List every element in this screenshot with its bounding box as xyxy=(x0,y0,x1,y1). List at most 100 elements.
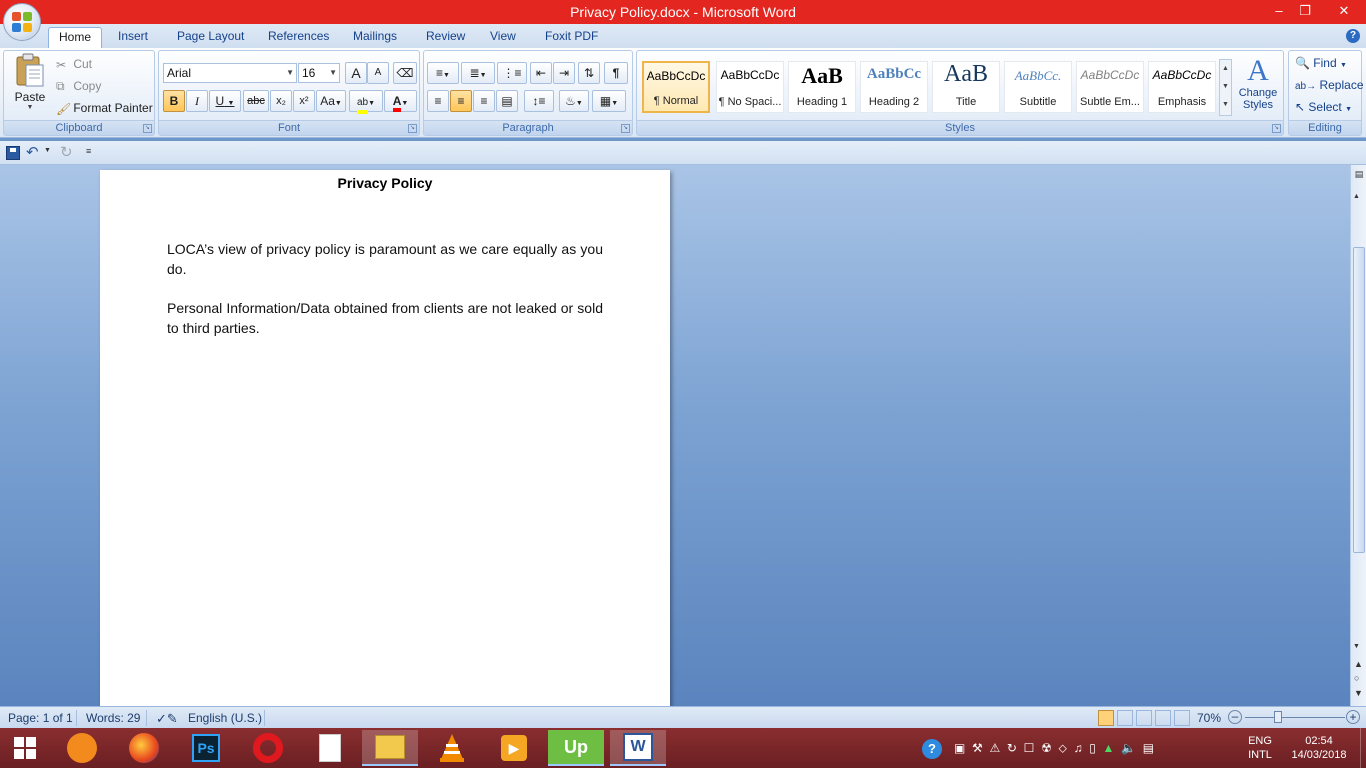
taskbar-vlc[interactable] xyxy=(424,730,480,766)
signal-icon[interactable]: ▤ xyxy=(1143,741,1154,755)
volume-icon[interactable]: 🔈 xyxy=(1121,741,1136,755)
battery-saver-icon[interactable]: ▣ xyxy=(954,741,965,755)
taskbar-word[interactable]: W xyxy=(610,730,666,766)
paste-button[interactable]: Paste ▼ xyxy=(8,53,52,117)
taskbar-firefox[interactable] xyxy=(116,730,172,766)
style-no-spacing[interactable]: AaBbCcDc ¶ No Spaci... xyxy=(716,61,784,113)
taskbar-media-player[interactable]: ▶ xyxy=(486,730,542,766)
tab-mailings[interactable]: Mailings xyxy=(343,27,407,48)
warning-icon[interactable]: ⚠ xyxy=(989,741,1000,755)
proofing-icon[interactable]: ✓✎ xyxy=(156,711,178,727)
align-center-icon[interactable]: ≡ xyxy=(450,90,472,112)
clock[interactable]: 02:54 14/03/2018 xyxy=(1284,734,1354,762)
customize-toolbar-icon[interactable]: ≡ xyxy=(86,146,91,156)
superscript-button[interactable]: x² xyxy=(293,90,315,112)
close-button[interactable]: ✕ xyxy=(1322,0,1366,24)
paragraph-dialog-launcher-icon[interactable]: ↘ xyxy=(621,124,630,133)
zoom-out-icon[interactable]: – xyxy=(1228,710,1242,724)
redo-icon[interactable]: ↻ xyxy=(60,143,73,161)
style-subtitle[interactable]: AaBbCc. Subtitle xyxy=(1004,61,1072,113)
line-spacing-button[interactable]: ↕≡ xyxy=(524,90,554,112)
help-icon[interactable]: ? xyxy=(1346,29,1360,43)
font-name-combo[interactable]: Arial ▼ xyxy=(163,63,297,83)
taskbar-uc-browser[interactable] xyxy=(54,730,110,766)
tab-foxit-pdf[interactable]: Foxit PDF xyxy=(535,27,608,48)
borders-button[interactable]: ▦▼ xyxy=(592,90,626,112)
change-styles-button[interactable]: A Change Styles xyxy=(1235,55,1281,112)
bluetooth-icon[interactable]: ⬦ xyxy=(1059,741,1067,755)
scroll-down-icon[interactable]: ▼ xyxy=(1353,643,1360,650)
network-tool-icon[interactable]: ⚒ xyxy=(972,741,983,755)
full-screen-reading-icon[interactable] xyxy=(1117,710,1133,726)
vertical-scrollbar[interactable]: ▤ ▲ ▼ ▲ ○ ▼ xyxy=(1350,165,1366,706)
print-layout-icon[interactable] xyxy=(1098,710,1114,726)
show-formatting-marks-icon[interactable]: ¶ xyxy=(604,62,628,84)
input-language[interactable]: ENG INTL xyxy=(1240,734,1280,762)
replace-button[interactable]: ab→ Replace xyxy=(1295,78,1364,92)
zoom-level[interactable]: 70% xyxy=(1197,711,1221,725)
styles-gallery-scroll[interactable]: ▲ ▼ ▼ xyxy=(1219,59,1232,116)
clear-formatting-icon[interactable]: ⌫ xyxy=(393,62,417,84)
browse-object-icon[interactable]: ○ xyxy=(1354,673,1359,683)
highlight-button[interactable]: ab▼ xyxy=(349,90,383,114)
shrink-font-button[interactable]: A xyxy=(367,62,389,84)
outline-view-icon[interactable] xyxy=(1155,710,1171,726)
zoom-slider-track[interactable] xyxy=(1245,717,1345,718)
draft-view-icon[interactable] xyxy=(1174,710,1190,726)
zoom-in-icon[interactable]: + xyxy=(1346,710,1360,724)
tab-review[interactable]: Review xyxy=(416,27,475,48)
multilevel-list-button[interactable]: ⋮≡ xyxy=(497,62,527,84)
sync-icon[interactable]: ↻ xyxy=(1007,741,1017,755)
copy-button[interactable]: ⧉ Copy xyxy=(56,79,101,94)
sort-icon[interactable]: ⇅ xyxy=(578,62,600,84)
style-heading-1[interactable]: AaB Heading 1 xyxy=(788,61,856,113)
cut-button[interactable]: ✂ Cut xyxy=(56,57,92,72)
scroll-up-icon[interactable]: ▲ xyxy=(1353,193,1360,200)
help-tray-icon[interactable]: ? xyxy=(922,739,942,759)
chevron-down-icon[interactable]: ▼ xyxy=(44,147,51,154)
pdf-tray-icon[interactable]: ☐ xyxy=(1024,741,1035,755)
clipboard-dialog-launcher-icon[interactable]: ↘ xyxy=(143,124,152,133)
show-desktop-button[interactable] xyxy=(1360,728,1366,768)
zoom-slider-thumb[interactable] xyxy=(1274,711,1282,723)
restore-button[interactable]: ❐ xyxy=(1288,0,1322,24)
web-layout-icon[interactable] xyxy=(1136,710,1152,726)
font-color-button[interactable]: A▼ xyxy=(384,90,417,112)
office-button[interactable] xyxy=(3,3,41,41)
undo-icon[interactable]: ↶ xyxy=(26,143,39,161)
style-subtle-emphasis[interactable]: AaBbCcDc Subtle Em... xyxy=(1076,61,1144,113)
tab-view[interactable]: View xyxy=(480,27,526,48)
underline-button[interactable]: U ▼ xyxy=(209,90,241,112)
tab-insert[interactable]: Insert xyxy=(108,27,158,48)
scrollbar-thumb[interactable] xyxy=(1353,247,1365,553)
tab-references[interactable]: References xyxy=(258,27,339,48)
taskbar-opera[interactable] xyxy=(240,730,296,766)
strikethrough-button[interactable]: abc xyxy=(243,90,269,112)
subscript-button[interactable]: x₂ xyxy=(270,90,292,112)
italic-button[interactable]: I xyxy=(186,90,208,112)
document-page[interactable]: Privacy Policy LOCA’s view of privacy po… xyxy=(100,170,670,706)
select-button[interactable]: ↖ Select ▼ xyxy=(1295,100,1352,114)
align-right-icon[interactable]: ≡ xyxy=(473,90,495,112)
taskbar-file[interactable] xyxy=(302,730,358,766)
align-left-icon[interactable]: ≡ xyxy=(427,90,449,112)
style-normal[interactable]: AaBbCcDc ¶ Normal xyxy=(642,61,710,113)
decrease-indent-icon[interactable]: ⇤ xyxy=(530,62,552,84)
security-icon[interactable]: ☢ xyxy=(1041,741,1052,755)
ruler-toggle-icon[interactable]: ▤ xyxy=(1353,169,1365,183)
taskbar-file-explorer[interactable] xyxy=(362,730,418,766)
taskbar-upwork[interactable]: Up xyxy=(548,730,604,766)
previous-page-icon[interactable]: ▲ xyxy=(1354,659,1363,669)
next-page-icon[interactable]: ▼ xyxy=(1354,688,1363,698)
find-button[interactable]: 🔍 Find ▼ xyxy=(1295,56,1347,70)
battery-icon[interactable]: ▯ xyxy=(1089,741,1096,755)
shading-button[interactable]: ♨▼ xyxy=(559,90,589,112)
page-count[interactable]: Page: 1 of 1 xyxy=(8,711,73,725)
increase-indent-icon[interactable]: ⇥ xyxy=(553,62,575,84)
grow-font-button[interactable]: A xyxy=(345,62,367,84)
numbering-button[interactable]: ≣▼ xyxy=(461,62,495,84)
change-case-button[interactable]: Aa▼ xyxy=(316,90,346,112)
style-title[interactable]: AaB Title xyxy=(932,61,1000,113)
drive-icon[interactable]: ▲ xyxy=(1103,741,1115,755)
bullets-button[interactable]: ≡▼ xyxy=(427,62,459,84)
